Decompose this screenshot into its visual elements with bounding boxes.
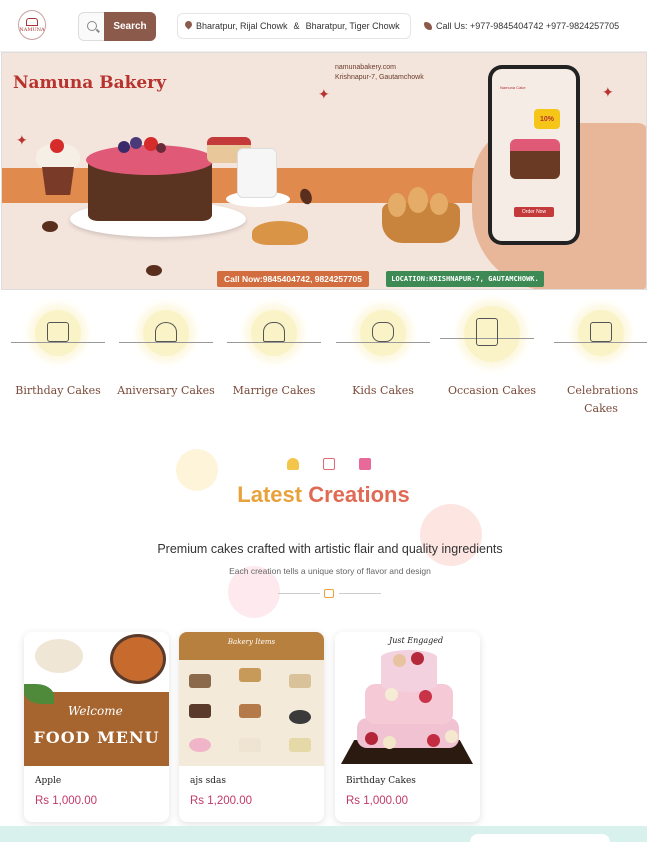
search-button[interactable]: Search: [104, 12, 156, 41]
logo-text: NAMUNA: [19, 26, 45, 33]
location-separator: &: [293, 21, 300, 31]
category-label: Occasion Cakes: [447, 384, 537, 397]
banner-brand: Namuna Bakery: [13, 73, 167, 93]
product-card[interactable]: Bakery Items ajs sdas Rs 1,200.00: [179, 632, 324, 822]
birthday-cake-icon: [47, 322, 69, 342]
decorative-circle: [420, 504, 482, 566]
product-price: Rs 1,000.00: [35, 795, 98, 807]
cake-icon: [323, 458, 335, 470]
footer-pill: [470, 834, 610, 846]
product-image: Welcome FOOD MENU: [24, 632, 169, 766]
section-caption: Each creation tells a unique story of fl…: [229, 566, 431, 576]
coffee-bean-icon: [146, 265, 162, 276]
product-name: Birthday Cakes: [346, 776, 416, 786]
tiered-cake-icon: [476, 318, 498, 346]
coffee-bean-icon: [42, 221, 58, 232]
location-box[interactable]: Bharatpur, Rijal Chowk & Bharatpur, Tige…: [177, 13, 411, 39]
sparkle-icon: ✦: [318, 87, 330, 103]
category-label: Aniversary Cakes: [117, 384, 215, 397]
wedding-couple-icon: [263, 322, 285, 342]
white-cake-image: [237, 148, 277, 198]
smartphone-mockup: Namuna Cake 10% Order Now: [488, 65, 580, 245]
section-divider: [278, 589, 381, 603]
gift-box-icon: [590, 322, 612, 342]
phone-cake-image: [510, 139, 560, 179]
category-kids-cakes[interactable]: Kids Cakes: [327, 310, 439, 400]
location-2: Bharatpur, Tiger Chowk: [305, 21, 400, 31]
map-pin-icon: [185, 21, 193, 31]
image-script-text: Welcome: [68, 704, 123, 718]
category-marrige-cakes[interactable]: Marrige Cakes: [218, 310, 330, 400]
section-title: Latest Creations: [0, 482, 647, 508]
product-name: ajs sdas: [190, 776, 226, 786]
category-label: Birthday Cakes: [15, 384, 101, 397]
product-name: Apple: [35, 776, 62, 786]
footer-strip: [0, 826, 647, 846]
berries-topping: [110, 133, 170, 155]
section-subtitle: Premium cakes crafted with artistic flai…: [157, 542, 503, 556]
sparkle-icon: ✦: [16, 133, 28, 149]
search-icon: [87, 21, 97, 31]
product-card[interactable]: Welcome FOOD MENU Apple Rs 1,000.00: [24, 632, 169, 822]
product-image: Bakery Items: [179, 632, 324, 766]
section-icons: [285, 456, 375, 472]
product-card[interactable]: Just Engaged Birthday Cakes Rs 1,000.00: [335, 632, 480, 822]
sparkle-icon: ✦: [602, 85, 614, 101]
call-us-text: Call Us: +977-9845404742 +977-9824257705: [436, 21, 620, 31]
section-title-part2: Creations: [308, 482, 410, 507]
site-logo[interactable]: NAMUNA: [18, 10, 46, 40]
cake-topper-text: Just Engaged: [389, 636, 444, 645]
champagne-glasses-icon: [155, 322, 177, 342]
category-label: Marrige Cakes: [232, 384, 316, 397]
phone-screen-title: Namuna Cake: [500, 85, 526, 90]
category-aniversary-cakes[interactable]: Aniversary Cakes: [110, 310, 222, 400]
cupcake-image: [36, 139, 80, 197]
plate-image: [110, 634, 166, 684]
category-birthday-cakes[interactable]: Birthday Cakes: [2, 310, 114, 400]
logo-cake-icon: [26, 17, 38, 26]
plate-image: [32, 636, 86, 676]
category-list: Birthday Cakes Aniversary Cakes Marrige …: [0, 306, 647, 420]
location-label: LOCATION:KRISHNAPUR-7, GAUTAMCHOWK.: [386, 271, 544, 287]
banner-website: namunabakery.com: [335, 64, 396, 71]
location-1: Bharatpur, Rijal Chowk: [196, 21, 288, 31]
top-navigation-bar: NAMUNA Search Bharatpur, Rijal Chowk & B…: [0, 0, 647, 52]
gift-icon: [359, 458, 371, 470]
order-now-button: Order Now: [514, 207, 554, 217]
category-label: Kids Cakes: [352, 384, 414, 397]
banner-contact-info: namunabakery.com Krishnapur-7, Gautamcho…: [335, 63, 424, 83]
product-price: Rs 1,200.00: [190, 795, 253, 807]
category-celebrations-cakes[interactable]: Celebrations Cakes: [545, 310, 647, 418]
image-title-text: Bakery Items: [227, 638, 276, 646]
small-cake-icon: [324, 589, 334, 598]
cupcake-icon: [287, 458, 299, 470]
rocking-horse-icon: [372, 322, 394, 342]
hero-banner[interactable]: Namuna Bakery namunabakery.com Krishnapu…: [1, 52, 647, 290]
bread-basket-image: [382, 187, 460, 243]
category-occasion-cakes[interactable]: Occasion Cakes: [436, 306, 548, 400]
call-us[interactable]: Call Us: +977-9845404742 +977-9824257705: [424, 13, 646, 39]
section-title-part1: Latest: [237, 482, 303, 507]
discount-badge: 10%: [534, 109, 560, 129]
phone-icon: [424, 22, 432, 30]
product-price: Rs 1,000.00: [346, 795, 409, 807]
banner-address: Krishnapur-7, Gautamchowk: [335, 74, 424, 81]
image-title-text: FOOD MENU: [33, 728, 160, 747]
product-image: Just Engaged: [335, 632, 480, 766]
croissant-image: [252, 221, 308, 245]
call-now-label: Call Now:9845404742, 9824257705: [217, 271, 369, 287]
category-label: Celebrations Cakes: [567, 384, 639, 415]
